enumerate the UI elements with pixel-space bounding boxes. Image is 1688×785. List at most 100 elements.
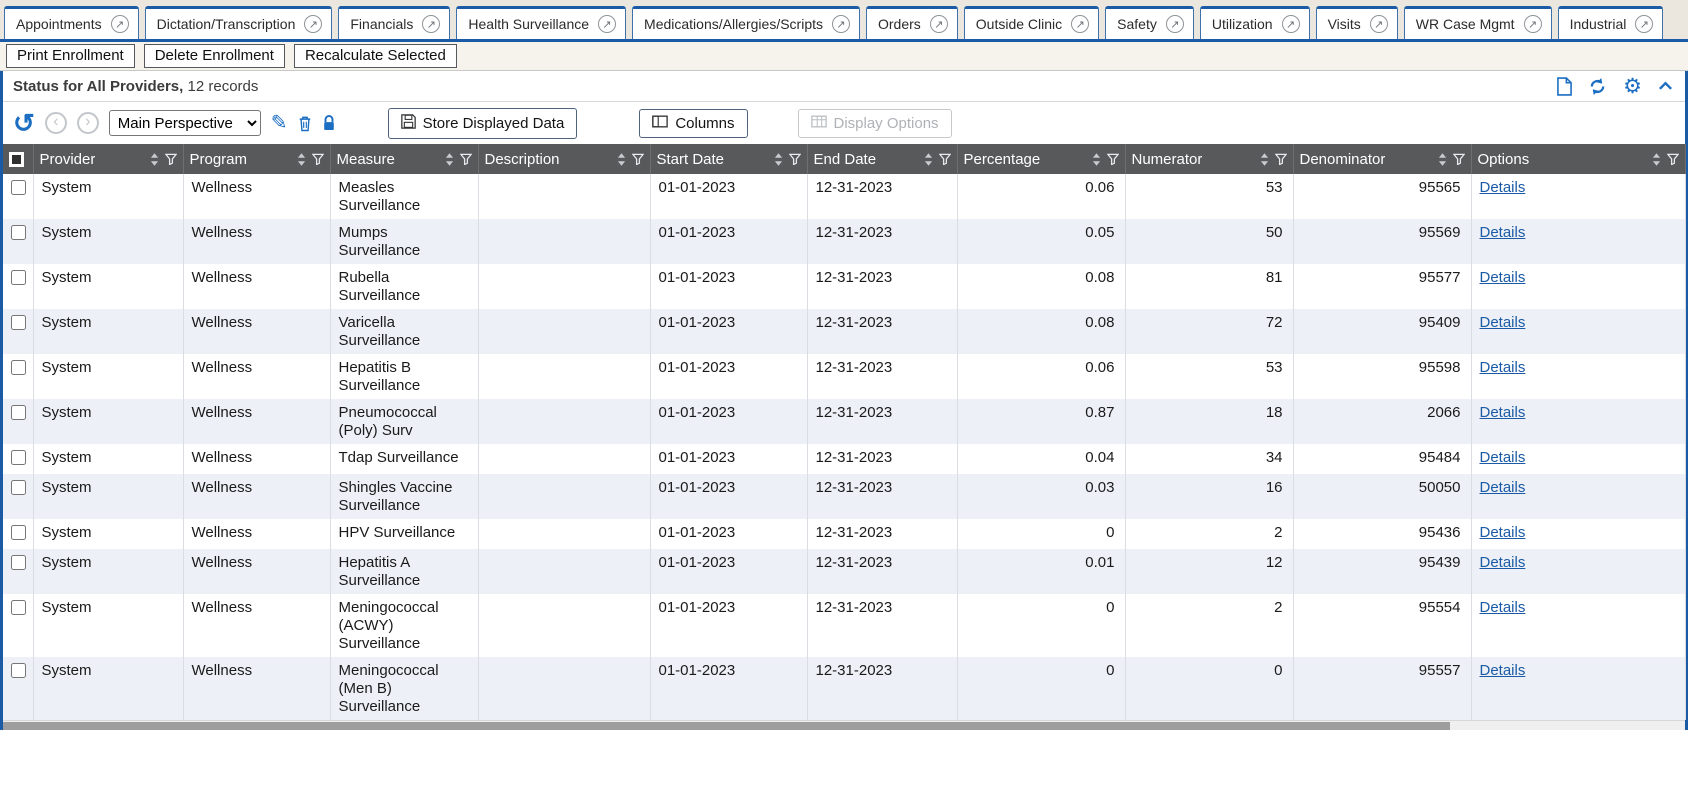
row-checkbox[interactable] <box>11 360 26 375</box>
select-all-checkbox[interactable] <box>9 152 24 167</box>
module-tab[interactable]: Health Surveillance ↗ <box>456 6 626 39</box>
details-link[interactable]: Details <box>1480 662 1526 679</box>
details-link[interactable]: Details <box>1480 479 1526 496</box>
open-in-new-icon[interactable]: ↗ <box>111 15 129 33</box>
open-in-new-icon[interactable]: ↗ <box>598 15 616 33</box>
perspective-select[interactable]: Main Perspective <box>109 110 261 136</box>
column-header[interactable]: Provider <box>33 144 183 174</box>
lock-icon[interactable] <box>322 114 336 132</box>
sort-icon[interactable] <box>924 153 933 166</box>
module-tab[interactable]: Appointments ↗ <box>4 6 139 39</box>
module-tab[interactable]: Utilization ↗ <box>1200 6 1310 39</box>
module-tab[interactable]: Visits ↗ <box>1316 6 1398 39</box>
sort-icon[interactable] <box>774 153 783 166</box>
sort-icon[interactable] <box>1092 153 1101 166</box>
row-checkbox[interactable] <box>11 525 26 540</box>
gear-icon[interactable]: ⚙ <box>1623 76 1642 97</box>
details-link[interactable]: Details <box>1480 359 1526 376</box>
column-header[interactable]: Measure <box>330 144 478 174</box>
details-link[interactable]: Details <box>1480 554 1526 571</box>
sort-icon[interactable] <box>445 153 454 166</box>
filter-icon[interactable] <box>460 153 472 165</box>
sort-icon[interactable] <box>617 153 626 166</box>
column-header[interactable]: Program <box>183 144 330 174</box>
row-checkbox[interactable] <box>11 270 26 285</box>
sort-icon[interactable] <box>150 153 159 166</box>
row-checkbox[interactable] <box>11 180 26 195</box>
column-header[interactable]: Options <box>1471 144 1685 174</box>
delete-enrollment-button[interactable]: Delete Enrollment <box>144 44 285 68</box>
row-checkbox[interactable] <box>11 450 26 465</box>
details-link[interactable]: Details <box>1480 599 1526 616</box>
row-checkbox[interactable] <box>11 225 26 240</box>
column-header[interactable]: End Date <box>807 144 957 174</box>
row-checkbox[interactable] <box>11 663 26 678</box>
details-link[interactable]: Details <box>1480 404 1526 421</box>
details-link[interactable]: Details <box>1480 224 1526 241</box>
collapse-icon[interactable] <box>1658 81 1673 91</box>
recalculate-selected-button[interactable]: Recalculate Selected <box>294 44 457 68</box>
module-tab[interactable]: Financials ↗ <box>338 6 450 39</box>
module-tab[interactable]: Outside Clinic ↗ <box>964 6 1099 39</box>
sort-icon[interactable] <box>1438 153 1447 166</box>
sort-icon[interactable] <box>1260 153 1269 166</box>
open-in-new-icon[interactable]: ↗ <box>1635 15 1653 33</box>
module-tab[interactable]: Safety ↗ <box>1105 6 1194 39</box>
row-checkbox[interactable] <box>11 555 26 570</box>
module-tab[interactable]: Orders ↗ <box>866 6 958 39</box>
column-header[interactable]: Start Date <box>650 144 807 174</box>
scrollbar-thumb[interactable] <box>3 722 1450 730</box>
module-tab[interactable]: Medications/Allergies/Scripts ↗ <box>632 6 860 39</box>
column-header[interactable]: Numerator <box>1125 144 1293 174</box>
store-displayed-data-button[interactable]: Store Displayed Data <box>388 108 578 139</box>
filter-icon[interactable] <box>789 153 801 165</box>
column-header[interactable]: Denominator <box>1293 144 1471 174</box>
filter-icon[interactable] <box>1107 153 1119 165</box>
columns-button[interactable]: Columns <box>639 109 747 138</box>
undo-icon[interactable]: ↺ <box>13 110 35 136</box>
print-enrollment-button[interactable]: Print Enrollment <box>6 44 135 68</box>
details-link[interactable]: Details <box>1480 269 1526 286</box>
filter-icon[interactable] <box>939 153 951 165</box>
open-in-new-icon[interactable]: ↗ <box>1071 15 1089 33</box>
previous-button[interactable]: ‹ <box>45 112 67 134</box>
open-in-new-icon[interactable]: ↗ <box>832 15 850 33</box>
column-header[interactable]: Percentage <box>957 144 1125 174</box>
pencil-icon[interactable]: ✎ <box>271 113 288 133</box>
new-document-icon[interactable] <box>1557 77 1572 96</box>
tab-label: Financials <box>350 16 413 32</box>
open-in-new-icon[interactable]: ↗ <box>1524 15 1542 33</box>
filter-icon[interactable] <box>1667 153 1679 165</box>
cell-program: Wellness <box>183 174 330 219</box>
module-tab[interactable]: Industrial ↗ <box>1558 6 1664 39</box>
trash-icon[interactable] <box>298 115 312 132</box>
open-in-new-icon[interactable]: ↗ <box>422 15 440 33</box>
sort-icon[interactable] <box>1652 153 1661 166</box>
open-in-new-icon[interactable]: ↗ <box>1282 15 1300 33</box>
details-link[interactable]: Details <box>1480 179 1526 196</box>
row-checkbox[interactable] <box>11 600 26 615</box>
open-in-new-icon[interactable]: ↗ <box>1166 15 1184 33</box>
details-link[interactable]: Details <box>1480 314 1526 331</box>
filter-icon[interactable] <box>312 153 324 165</box>
horizontal-scrollbar[interactable] <box>3 720 1685 730</box>
filter-icon[interactable] <box>165 153 177 165</box>
open-in-new-icon[interactable]: ↗ <box>930 15 948 33</box>
sort-icon[interactable] <box>297 153 306 166</box>
open-in-new-icon[interactable]: ↗ <box>304 15 322 33</box>
filter-icon[interactable] <box>1275 153 1287 165</box>
details-link[interactable]: Details <box>1480 524 1526 541</box>
row-checkbox[interactable] <box>11 405 26 420</box>
filter-icon[interactable] <box>1453 153 1465 165</box>
row-checkbox[interactable] <box>11 480 26 495</box>
next-button[interactable]: › <box>77 112 99 134</box>
refresh-icon[interactable] <box>1588 77 1607 96</box>
row-checkbox[interactable] <box>11 315 26 330</box>
open-in-new-icon[interactable]: ↗ <box>1370 15 1388 33</box>
column-header[interactable]: Description <box>478 144 650 174</box>
display-options-button[interactable]: Display Options <box>798 109 952 138</box>
details-link[interactable]: Details <box>1480 449 1526 466</box>
module-tab[interactable]: Dictation/Transcription ↗ <box>145 6 333 39</box>
filter-icon[interactable] <box>632 153 644 165</box>
module-tab[interactable]: WR Case Mgmt ↗ <box>1404 6 1552 39</box>
